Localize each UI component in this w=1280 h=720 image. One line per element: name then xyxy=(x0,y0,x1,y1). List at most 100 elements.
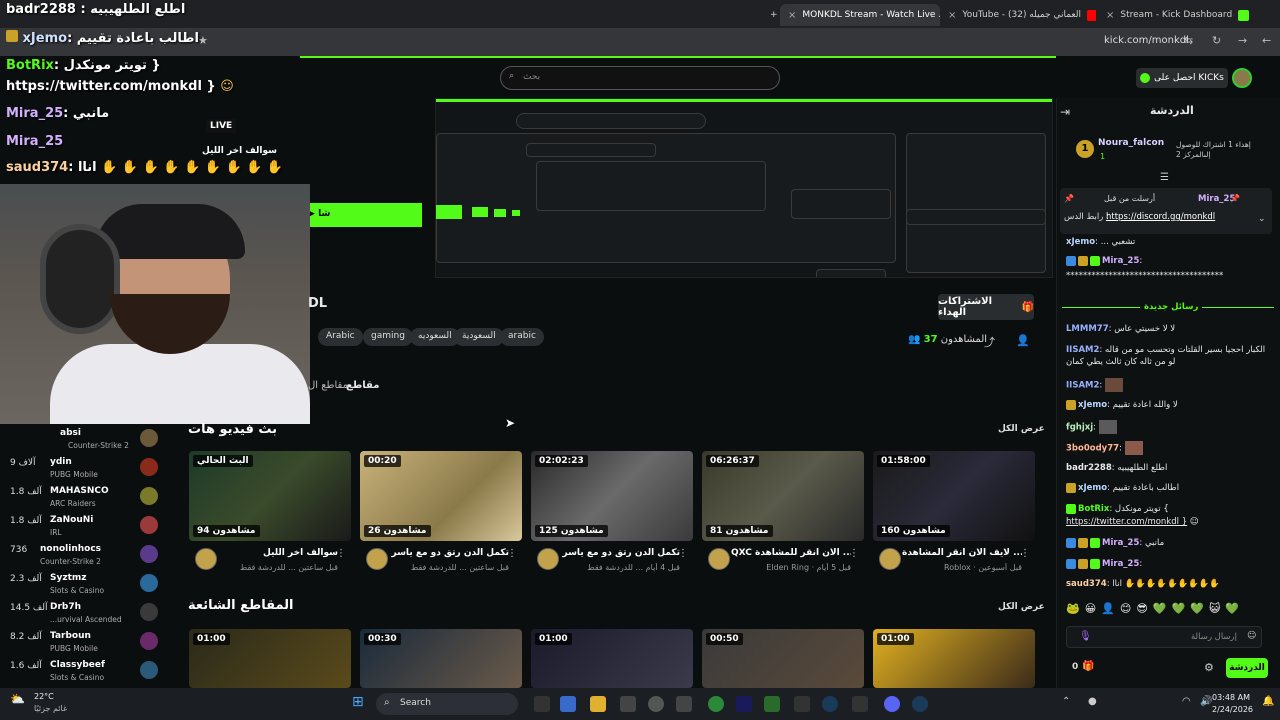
tab-monkdl[interactable]: × MONKDL Stream - Watch Live ... xyxy=(780,4,940,26)
vods-see-all-link[interactable]: عرض الكل xyxy=(998,424,1045,434)
pinned-link[interactable]: https://discord.gg/monkdl xyxy=(1106,212,1215,222)
clip-thumbnail[interactable]: 00:50 xyxy=(702,629,864,688)
calculator-icon[interactable] xyxy=(560,696,576,712)
stream-tag[interactable]: arabic xyxy=(500,328,544,346)
chat-username[interactable]: Mira_25 xyxy=(1102,559,1139,569)
chevron-down-icon[interactable]: ⌄ xyxy=(1258,214,1266,224)
chat-input[interactable]: 🎙 إرسال رسالة ☺ xyxy=(1066,626,1262,648)
vod-more-icon[interactable]: ⋮ xyxy=(849,548,859,559)
vod-more-icon[interactable]: ⋮ xyxy=(1020,548,1030,559)
premiere-icon[interactable] xyxy=(736,696,752,712)
chat-username[interactable]: IISAM2 xyxy=(1066,345,1099,355)
vod-channel-avatar[interactable] xyxy=(366,548,388,570)
steam-icon[interactable] xyxy=(912,696,928,712)
clock-date[interactable]: 2/24/2026 xyxy=(1212,705,1253,714)
taskbar-search[interactable]: ⌕ Search xyxy=(376,693,518,715)
stream-tag[interactable]: Arabic xyxy=(318,328,363,346)
top-gifter-name[interactable]: Noura_falcon xyxy=(1098,138,1164,148)
vod-title[interactable]: لايف الان انقر المشاهدة ... xyxy=(902,548,1022,558)
clock-time[interactable]: 03:48 AM xyxy=(1212,693,1250,702)
vod-title[interactable]: تكمل الدن رتق دو مع ياسر xyxy=(389,548,509,558)
vod-thumbnail[interactable]: البث الحالي 94 مشاهدون xyxy=(189,451,351,541)
url-field[interactable]: kick.com/monkdl xyxy=(1104,35,1189,46)
chat-username[interactable]: badr2288 xyxy=(1066,463,1112,473)
tab-kick-dashboard[interactable]: × Stream - Kick Dashboard xyxy=(1098,4,1254,26)
obs-icon[interactable] xyxy=(648,696,664,712)
terminal-icon[interactable] xyxy=(620,696,636,712)
stream-tag[interactable]: السعودية xyxy=(454,328,504,346)
sidebar-channel[interactable]: absi Counter-Strike 2 xyxy=(0,426,170,454)
vod-channel-avatar[interactable] xyxy=(537,548,559,570)
forward-icon[interactable]: → xyxy=(1238,34,1247,47)
vod-channel-avatar[interactable] xyxy=(879,548,901,570)
reload-icon[interactable]: ↻ xyxy=(1212,34,1221,47)
task-view-icon[interactable] xyxy=(534,696,550,712)
chat-send-button[interactable]: الدردشة xyxy=(1226,658,1268,678)
bookmark-star-icon[interactable]: ★ xyxy=(198,34,208,47)
notification-bell-icon[interactable]: 🔔 xyxy=(1262,696,1274,707)
vod-more-icon[interactable]: ⋮ xyxy=(678,548,688,559)
chat-username[interactable]: BotRix xyxy=(1078,504,1109,514)
emote-bar[interactable]: 🐸😀👤😊😎💚💚💚😺💚 xyxy=(1066,602,1272,620)
clip-thumbnail[interactable]: 01:00 xyxy=(873,629,1035,688)
sidebar-channel[interactable]: 1.8 آلف ZaNouNi IRL xyxy=(0,513,170,541)
tray-chevron-icon[interactable]: ⌃ xyxy=(1062,696,1070,707)
wifi-icon[interactable]: ◠ xyxy=(1182,696,1191,707)
tray-app-icon[interactable]: ● xyxy=(1088,696,1097,707)
editor-icon[interactable] xyxy=(852,696,868,712)
chat-username[interactable]: saud374 xyxy=(1066,579,1107,589)
chat-username[interactable]: xJemo xyxy=(1078,400,1107,410)
steam-icon[interactable] xyxy=(822,696,838,712)
vod-title[interactable]: سوالف اخر الليل xyxy=(218,548,338,558)
chat-username[interactable]: fghjxj xyxy=(1066,423,1093,433)
spreadsheet-icon[interactable] xyxy=(764,696,780,712)
chat-collapse-icon[interactable]: ⇥ xyxy=(1060,105,1070,119)
clip-thumbnail[interactable]: 01:00 xyxy=(189,629,351,688)
vod-more-icon[interactable]: ⋮ xyxy=(336,548,346,559)
discord-icon[interactable] xyxy=(884,696,900,712)
user-avatar[interactable] xyxy=(1232,68,1252,88)
video-player[interactable] xyxy=(435,98,1053,278)
vod-thumbnail[interactable]: 00:20 26 مشاهدون xyxy=(360,451,522,541)
follow-icon[interactable]: 👤 xyxy=(1016,334,1030,347)
sidebar-channel[interactable]: 14.5 آلف Drb7h ...urvival Ascended xyxy=(0,600,170,628)
tab-close-icon[interactable]: × xyxy=(1106,10,1114,21)
chat-filter-icon[interactable]: ☰ xyxy=(1160,172,1169,183)
chat-username[interactable]: Mira_25 xyxy=(1102,256,1139,266)
vod-thumbnail[interactable]: 06:26:37 81 مشاهدون xyxy=(702,451,864,541)
vod-channel-avatar[interactable] xyxy=(708,548,730,570)
stream-tag[interactable]: السعوديه xyxy=(410,328,460,346)
get-kicks-button[interactable]: احصل على KICKs xyxy=(1136,68,1228,88)
capcut-icon[interactable] xyxy=(794,696,810,712)
vod-more-icon[interactable]: ⋮ xyxy=(507,548,517,559)
stream-tag[interactable]: gaming xyxy=(363,328,413,346)
clips-see-all-link[interactable]: عرض الكل xyxy=(998,602,1045,612)
channel-points-icon[interactable]: 🎁 xyxy=(1082,661,1094,672)
windows-start-icon[interactable]: ⊞ xyxy=(352,694,364,710)
tab-clips[interactable]: مقاطع xyxy=(346,380,379,393)
pinned-message[interactable]: 📌 أرسلت من قبل Mira_25 📌 رابط الدس : htt… xyxy=(1060,188,1272,234)
chat-link[interactable]: https://twitter.com/monkdl } xyxy=(1066,517,1187,527)
share-icon[interactable]: ⤴ xyxy=(984,334,995,350)
chat-username[interactable]: xJemo xyxy=(1078,483,1107,493)
emoji-picker-icon[interactable]: ☺ xyxy=(1247,631,1256,641)
microphone-icon[interactable]: 🎙 xyxy=(1079,631,1092,642)
sidebar-channel[interactable]: 2.3 آلف Syztmz Slots & Casino xyxy=(0,571,170,599)
chat-username[interactable]: LMMM77 xyxy=(1066,324,1109,334)
sidebar-channel[interactable]: 8.2 آلف Tarboun PUBG Mobile xyxy=(0,629,170,657)
clip-thumbnail[interactable]: 01:00 xyxy=(531,629,693,688)
chat-username[interactable]: xJemo xyxy=(1066,237,1095,247)
vod-thumbnail[interactable]: 01:58:00 160 مشاهدون xyxy=(873,451,1035,541)
chat-username[interactable]: IISAM2 xyxy=(1066,381,1099,391)
clip-thumbnail[interactable]: 00:30 xyxy=(360,629,522,688)
chrome-icon[interactable] xyxy=(708,696,724,712)
chat-username[interactable]: 3bo0ody77 xyxy=(1066,444,1119,454)
app-icon[interactable] xyxy=(676,696,692,712)
gift-subscriptions-button[interactable]: الاشتراكات الهداء 🎁 xyxy=(938,294,1034,320)
vod-channel-avatar[interactable] xyxy=(195,548,217,570)
tab-close-icon[interactable]: × xyxy=(788,10,796,21)
sidebar-channel[interactable]: 9 آلاف ydin PUBG Mobile xyxy=(0,455,170,483)
vod-thumbnail[interactable]: 02:02:23 125 مشاهدون xyxy=(531,451,693,541)
chat-username[interactable]: Mira_25 xyxy=(1102,538,1139,548)
tab-other[interactable]: مقاطع ال xyxy=(308,380,348,391)
